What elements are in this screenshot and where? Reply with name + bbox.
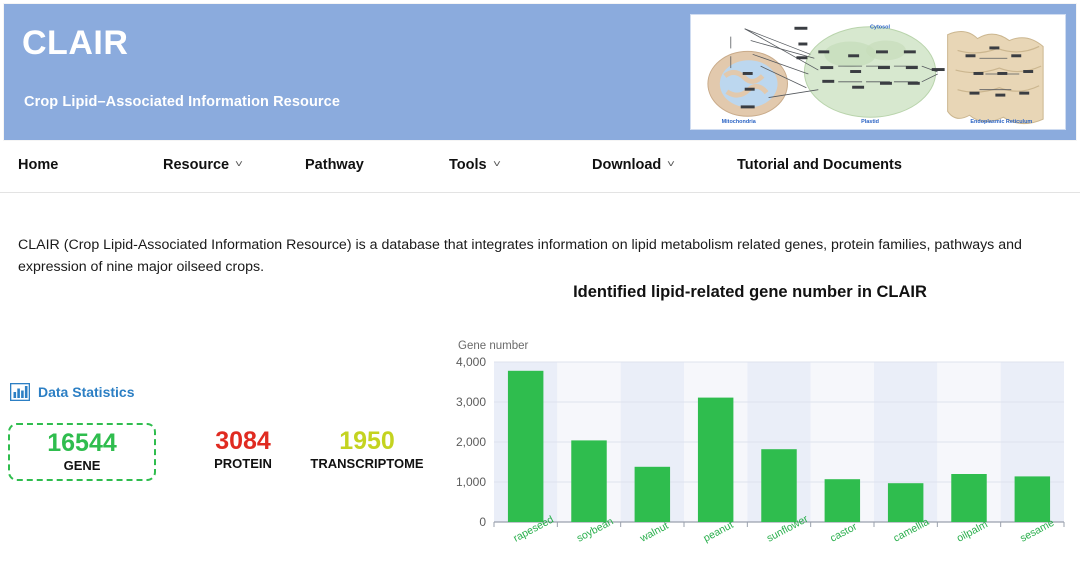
gene-number-bar-chart: Gene number 0 1,000 2,000 3,000 4,000 rapesee… bbox=[452, 340, 1072, 574]
figure-label-er: Endoplasmic Reticulum bbox=[970, 119, 1032, 125]
data-statistics-header: Data Statistics bbox=[10, 383, 134, 401]
chevron-down-icon: ˅ bbox=[235, 159, 243, 170]
nav-item-label: Pathway bbox=[305, 157, 364, 173]
chart-bar[interactable] bbox=[507, 370, 544, 522]
stat-label: TRANSCRIPTOME bbox=[310, 456, 424, 471]
page-root: CLAIR Crop Lipid–Associated Information … bbox=[0, 0, 1080, 574]
nav-item-tutorial-and-documents[interactable]: Tutorial and Documents bbox=[737, 157, 902, 173]
chart-bar[interactable] bbox=[1014, 476, 1051, 522]
stat-card-gene[interactable]: 16544 GENE bbox=[8, 423, 156, 481]
nav-item-label: Home bbox=[18, 157, 59, 173]
nav-item-label: Tools bbox=[449, 157, 487, 173]
chart-canvas: 01,0002,0003,0004,000rapeseed soybean waln… bbox=[456, 356, 1065, 545]
chart-y-tick-label: 0 bbox=[479, 515, 486, 529]
nav-item-label: Resource bbox=[163, 157, 230, 173]
bar-chart-icon bbox=[10, 383, 30, 401]
nav-item-home[interactable]: Home bbox=[18, 157, 58, 173]
figure-label-plastid: Plastid bbox=[861, 119, 879, 125]
main-navigation: Home Resource ˅ Pathway Tools ˅ Download ˅ Tutor… bbox=[0, 141, 1080, 193]
nav-item-label: Tutorial and Documents bbox=[737, 157, 902, 173]
chart-bar[interactable] bbox=[761, 449, 797, 522]
chart-bar[interactable] bbox=[634, 466, 671, 522]
intro-paragraph: CLAIR (Crop Lipid-Associated Information… bbox=[18, 237, 1022, 275]
pathway-diagram-svg: Cytosol Plastid Mitochondria Endoplasmic… bbox=[691, 15, 1065, 129]
chart-x-tick-label: peanut bbox=[701, 519, 735, 545]
figure-label-mitochondria: Mitochondria bbox=[722, 119, 757, 125]
site-header: CLAIR Crop Lipid–Associated Information … bbox=[4, 4, 1076, 140]
chart-x-tick-label: walnut bbox=[637, 520, 670, 545]
chart-bar[interactable] bbox=[697, 397, 734, 522]
chart-title: Identified lipid-related gene number in … bbox=[573, 283, 927, 301]
figure-label-cytosol: Cytosol bbox=[870, 25, 890, 31]
nav-item-pathway[interactable]: Pathway bbox=[305, 157, 364, 173]
chart-bar[interactable] bbox=[824, 479, 861, 522]
chart-bar[interactable] bbox=[887, 483, 924, 522]
stat-label: GENE bbox=[63, 458, 101, 473]
chart-x-tick-label: castor bbox=[828, 520, 859, 544]
site-brand-subtitle: Crop Lipid–Associated Information Resour… bbox=[24, 94, 340, 110]
stat-value: 16544 bbox=[47, 429, 117, 457]
site-brand-title: CLAIR bbox=[22, 24, 129, 62]
data-statistics-label: Data Statistics bbox=[38, 384, 135, 400]
nav-item-tools[interactable]: Tools ˅ bbox=[449, 157, 501, 173]
nav-item-resource[interactable]: Resource ˅ bbox=[163, 157, 243, 173]
stat-card-transcriptome[interactable]: 1950 TRANSCRIPTOME bbox=[283, 427, 451, 472]
chart-y-tick-label: 1,000 bbox=[456, 475, 486, 489]
chevron-down-icon: ˅ bbox=[492, 159, 501, 170]
chart-y-tick-label: 4,000 bbox=[456, 356, 486, 369]
chart-y-tick-label: 3,000 bbox=[456, 395, 486, 409]
nav-item-download[interactable]: Download ˅ bbox=[592, 157, 676, 173]
lipid-pathway-figure: Cytosol Plastid Mitochondria Endoplasmic… bbox=[690, 14, 1066, 130]
chevron-down-icon: ˅ bbox=[667, 159, 676, 170]
stat-value: 1950 bbox=[339, 427, 395, 455]
chart-bar[interactable] bbox=[571, 440, 607, 522]
nav-item-label: Download bbox=[592, 157, 662, 173]
chart-y-axis-label: Gene number bbox=[458, 340, 529, 352]
chart-y-tick-label: 2,000 bbox=[456, 435, 486, 449]
data-statistics-row: 16544 GENE 3084 PROTEIN 1950 TRANSCRIPTOME bbox=[8, 423, 438, 485]
chart-bar[interactable] bbox=[951, 474, 987, 522]
